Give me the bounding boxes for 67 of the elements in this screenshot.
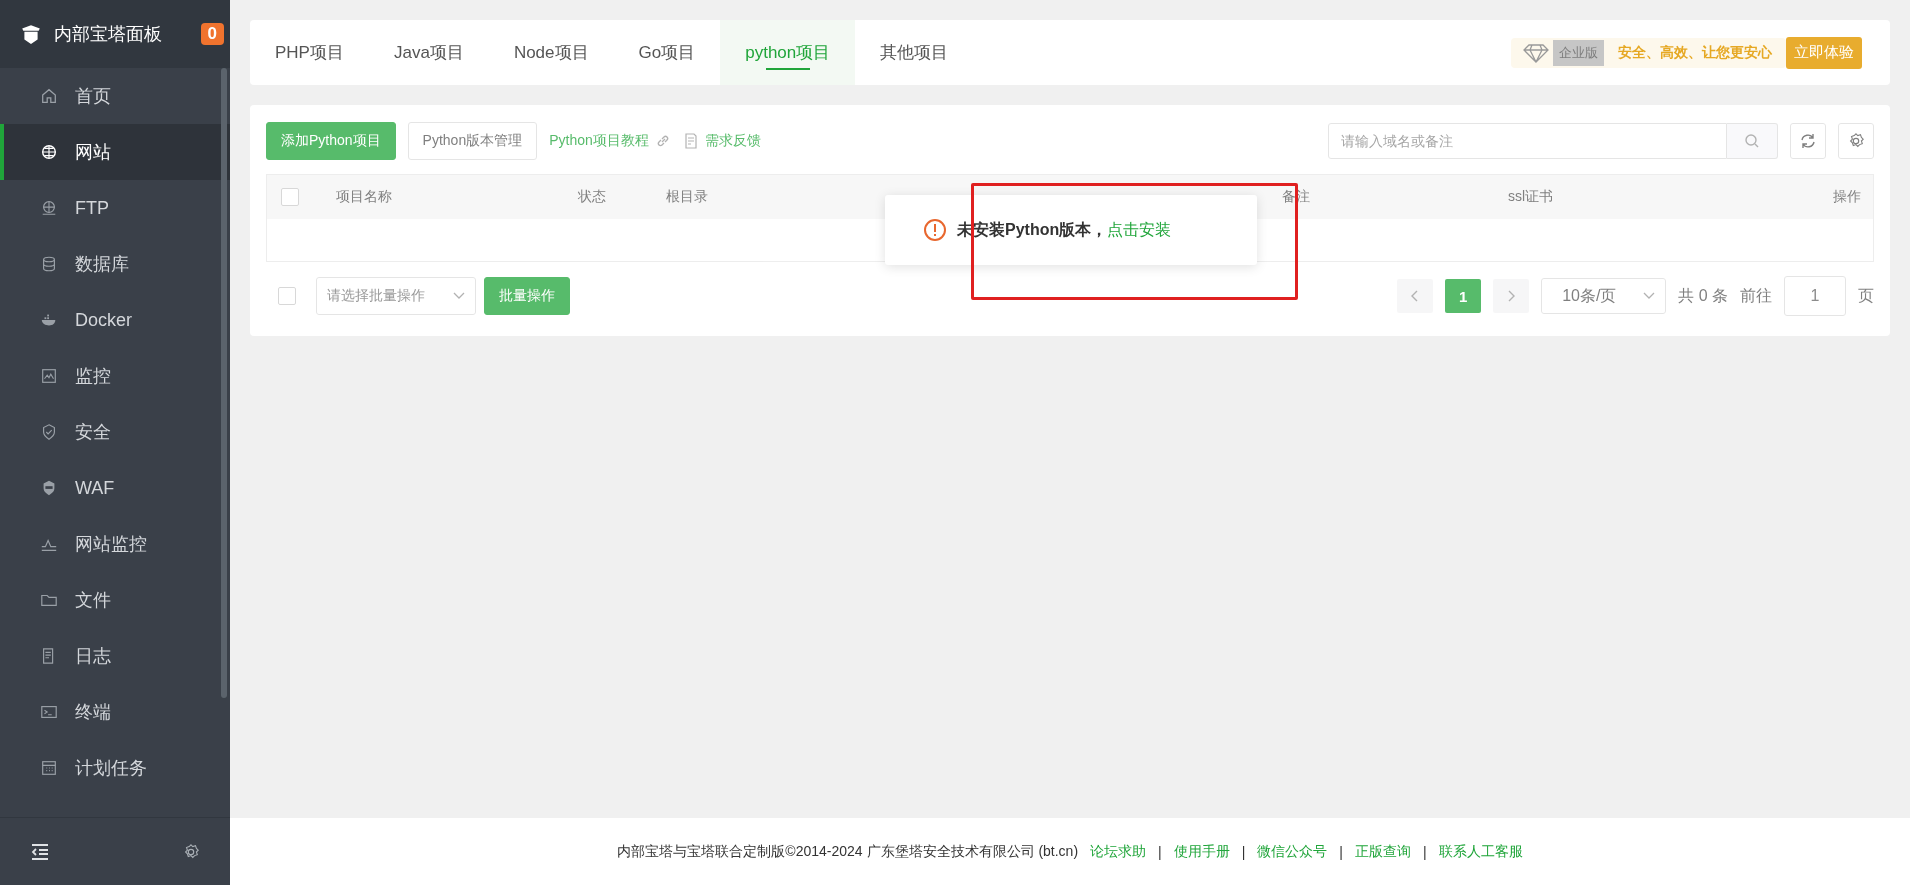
chevron-right-icon bbox=[1507, 289, 1516, 302]
column-header: 根目录 bbox=[666, 188, 709, 206]
column-header: 状态 bbox=[578, 188, 607, 206]
copyright-text: 内部宝塔与宝塔联合定制版©2014-2024 广东堡塔安全技术有限公司 (bt.cn) bbox=[617, 842, 1079, 861]
previous-page-button[interactable] bbox=[1397, 279, 1434, 313]
sidebar-item[interactable]: 数据库 bbox=[0, 236, 230, 292]
globe-icon bbox=[40, 199, 58, 217]
project-tab[interactable]: Go项目 bbox=[613, 20, 721, 85]
chart-icon bbox=[40, 367, 58, 385]
panel-title: 内部宝塔面板 bbox=[54, 23, 162, 46]
sidebar-item[interactable]: 日志 bbox=[0, 628, 230, 684]
project-tab[interactable]: Java项目 bbox=[368, 20, 489, 85]
sidebar-item[interactable]: 文件 bbox=[0, 572, 230, 628]
sidebar-item[interactable]: FTP bbox=[0, 180, 230, 236]
calendar-icon bbox=[40, 759, 58, 777]
chevron-down-icon bbox=[453, 292, 465, 300]
page-suffix: 页 bbox=[1858, 285, 1874, 306]
refresh-button[interactable] bbox=[1790, 123, 1826, 159]
shield-icon bbox=[40, 423, 58, 441]
globe-icon bbox=[40, 143, 58, 161]
select-all-checkbox[interactable] bbox=[281, 188, 299, 206]
sidebar-item[interactable]: 网站监控 bbox=[0, 516, 230, 572]
separator-text: | bbox=[1339, 843, 1343, 860]
scrollbar-thumb[interactable] bbox=[221, 68, 227, 698]
search-icon bbox=[1744, 133, 1760, 149]
promo-slogan: 安全、高效、让您更安心 bbox=[1617, 43, 1773, 62]
sidebar-item[interactable]: 监控 bbox=[0, 348, 230, 404]
logo-icon bbox=[20, 23, 42, 45]
chevron-left-icon bbox=[1411, 289, 1420, 302]
next-page-button[interactable] bbox=[1493, 279, 1530, 313]
settings-button[interactable] bbox=[1838, 123, 1874, 159]
sidebar-item[interactable]: 首页 bbox=[0, 68, 230, 124]
collapse-menu-icon[interactable] bbox=[30, 842, 50, 861]
diamond-icon bbox=[1523, 42, 1549, 63]
search-field[interactable]: 请输入域名或备注 bbox=[1328, 123, 1727, 159]
sidebar-item[interactable]: Docker bbox=[0, 292, 230, 348]
database-icon bbox=[40, 255, 58, 273]
refresh-icon bbox=[1799, 132, 1817, 150]
separator-text: | bbox=[1158, 843, 1162, 860]
warning-icon bbox=[923, 218, 947, 242]
column-header: ssl证书 bbox=[1508, 188, 1555, 206]
note-icon bbox=[682, 133, 699, 149]
goto-label: 前往 bbox=[1740, 285, 1772, 306]
select-page-checkbox[interactable] bbox=[278, 287, 296, 305]
chevron-down-icon bbox=[1643, 292, 1656, 300]
sidebar-item[interactable]: 终端 bbox=[0, 684, 230, 740]
total-count: 共 0 条 bbox=[1678, 285, 1728, 306]
sidebar-item[interactable]: 网站 bbox=[0, 124, 230, 180]
sidebar-item[interactable]: 安全 bbox=[0, 404, 230, 460]
sidebar-item[interactable]: 计划任务 bbox=[0, 740, 230, 796]
project-tab[interactable]: 其他项目 bbox=[855, 20, 974, 85]
home-icon bbox=[40, 87, 58, 105]
edition-label: 企业版 bbox=[1553, 39, 1604, 66]
column-header: 项目名称 bbox=[336, 188, 393, 206]
project-tab[interactable]: PHP项目 bbox=[250, 20, 369, 85]
terminal-icon bbox=[40, 703, 58, 721]
separator-text: | bbox=[1241, 843, 1246, 860]
settings-icon[interactable] bbox=[182, 842, 200, 861]
version-manager-button[interactable]: Python版本管理 bbox=[407, 122, 538, 160]
project-tab[interactable]: Node项目 bbox=[488, 20, 614, 85]
page-size-select[interactable]: 10条/页 bbox=[1541, 278, 1667, 314]
page-input[interactable]: 1 bbox=[1784, 276, 1846, 316]
column-header: 操作 bbox=[1833, 188, 1862, 206]
search-button[interactable] bbox=[1727, 123, 1778, 159]
sidebar-item[interactable]: WAF bbox=[0, 460, 230, 516]
settings-icon bbox=[1847, 132, 1865, 150]
separator-text: | bbox=[1423, 843, 1427, 860]
